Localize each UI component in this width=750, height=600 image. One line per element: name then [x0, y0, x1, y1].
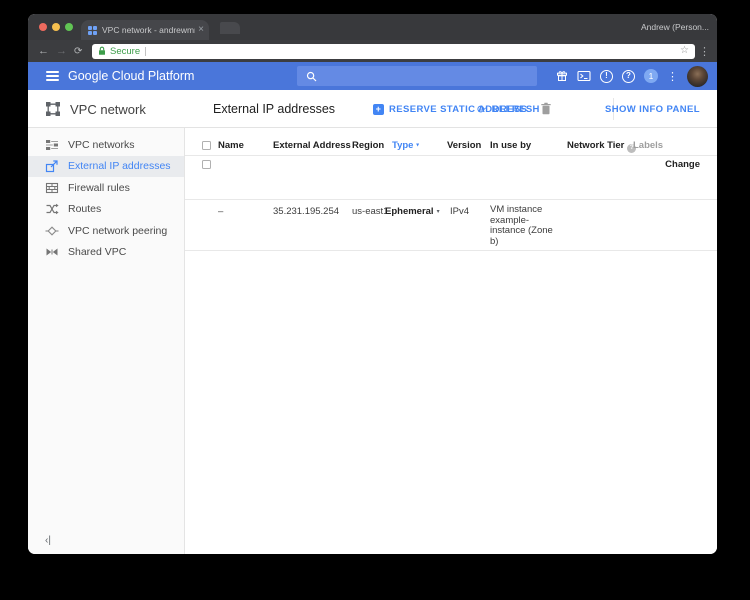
- vpc-networks-icon: [46, 139, 58, 150]
- refresh-button[interactable]: ⟳ REFRESH: [477, 90, 540, 128]
- gcp-product-name[interactable]: Google Cloud Platform: [68, 62, 194, 90]
- user-avatar[interactable]: [687, 65, 708, 87]
- reload-icon[interactable]: ⟳: [74, 40, 82, 62]
- help-icon[interactable]: ?: [622, 69, 635, 83]
- sidebar-item-label: VPC network peering: [68, 224, 168, 237]
- browser-addressbar: ← → ⟳ Secure ☆ ⋮: [28, 40, 717, 62]
- app-bar: VPC network External IP addresses + RESE…: [28, 90, 717, 128]
- sidebar-item-shared-vpc[interactable]: Shared VPC: [28, 242, 184, 264]
- gcp-search-input[interactable]: [297, 66, 537, 86]
- gift-icon[interactable]: [556, 70, 568, 82]
- sidebar-item-vpc-networks[interactable]: VPC networks: [28, 134, 184, 156]
- bookmark-star-icon[interactable]: ☆: [680, 46, 689, 56]
- browser-tab[interactable]: VPC network - andrewmmc-c... ×: [81, 20, 209, 40]
- close-window-button[interactable]: [39, 23, 47, 31]
- new-tab-button[interactable]: [220, 22, 240, 34]
- column-header-network-tier[interactable]: Network Tier?: [567, 140, 637, 153]
- alerts-icon[interactable]: !: [600, 69, 613, 83]
- sidebar-item-firewall-rules[interactable]: Firewall rules: [28, 177, 184, 199]
- maximize-window-button[interactable]: [65, 23, 73, 31]
- browser-titlebar: VPC network - andrewmmc-c... × Andrew (P…: [28, 14, 717, 40]
- section-header: VPC network: [28, 90, 185, 128]
- page-title: External IP addresses: [213, 102, 336, 116]
- table-divider: [185, 250, 717, 251]
- sidebar-item-label: VPC networks: [68, 138, 135, 151]
- column-header-version[interactable]: Version: [447, 140, 481, 151]
- hamburger-menu-icon[interactable]: [46, 71, 59, 81]
- url-omnibox[interactable]: Secure ☆: [92, 43, 695, 59]
- tab-title: VPC network - andrewmmc-c...: [102, 25, 195, 35]
- sidebar-item-label: Firewall rules: [68, 181, 130, 194]
- secure-label: Secure: [110, 45, 141, 57]
- sidebar: VPC networks External IP addresses Firew…: [28, 128, 185, 554]
- sidebar-item-label: Shared VPC: [68, 246, 127, 259]
- secure-lock-icon: [99, 46, 105, 55]
- browser-profile-name[interactable]: Andrew (Person...: [641, 14, 709, 40]
- sidebar-item-external-ip-addresses[interactable]: External IP addresses: [28, 155, 184, 177]
- cell-region: us-east1: [352, 206, 389, 217]
- sidebar-item-vpc-network-peering[interactable]: VPC network peering: [28, 220, 184, 242]
- sidebar-item-label: Routes: [68, 203, 102, 216]
- column-header-in-use-by[interactable]: In use by: [490, 140, 531, 151]
- row-checkbox[interactable]: [202, 160, 211, 169]
- peering-icon: [45, 226, 59, 236]
- gcp-settings-menu-icon[interactable]: ⋮: [667, 70, 678, 83]
- browser-window: VPC network - andrewmmc-c... × Andrew (P…: [28, 14, 717, 554]
- minimize-window-button[interactable]: [52, 23, 60, 31]
- cell-in-use-by[interactable]: VM instance example-instance (Zone b): [490, 204, 558, 247]
- sidebar-item-label: External IP addresses: [68, 160, 171, 173]
- refresh-icon: ⟳: [477, 102, 487, 116]
- cloud-shell-icon[interactable]: [577, 70, 591, 82]
- shared-vpc-icon: [46, 248, 58, 256]
- cell-type-dropdown[interactable]: Ephemeral ▾: [385, 206, 440, 217]
- main-content: Name External Address Region Type ▾ Vers…: [185, 128, 717, 554]
- sidebar-item-routes[interactable]: Routes: [28, 199, 184, 221]
- select-all-checkbox[interactable]: [202, 141, 211, 150]
- browser-menu-icon[interactable]: ⋮: [699, 40, 710, 62]
- chevron-down-icon: ▾: [436, 208, 440, 215]
- cell-version: IPv4: [450, 206, 470, 217]
- column-header-external-address[interactable]: External Address: [273, 140, 351, 151]
- vpc-network-icon: [46, 102, 60, 116]
- back-icon[interactable]: ←: [38, 40, 49, 62]
- chevron-down-icon: ▾: [416, 142, 420, 149]
- address-cursor: [145, 46, 147, 56]
- change-link[interactable]: Change: [665, 159, 700, 170]
- column-header-labels[interactable]: Labels: [633, 140, 663, 151]
- section-title: VPC network: [70, 101, 146, 117]
- search-icon: [306, 71, 317, 81]
- collapse-sidebar-button[interactable]: ‹|: [45, 535, 51, 546]
- column-header-type[interactable]: Type ▾: [392, 140, 419, 151]
- plus-icon: +: [373, 103, 384, 115]
- column-header-name[interactable]: Name: [218, 140, 244, 151]
- table-divider: [185, 155, 717, 156]
- external-ip-icon: [45, 160, 58, 173]
- cell-name: –: [218, 206, 224, 217]
- show-info-panel-button[interactable]: SHOW INFO PANEL: [605, 90, 700, 128]
- gcp-favicon-icon: [88, 25, 97, 35]
- firewall-icon: [45, 182, 59, 193]
- delete-trash-icon[interactable]: [540, 102, 552, 115]
- cell-external-address: 35.231.195.254: [273, 206, 340, 217]
- routes-icon: [46, 204, 59, 215]
- column-header-region[interactable]: Region: [352, 140, 384, 151]
- forward-icon: →: [56, 45, 67, 57]
- notification-count-badge[interactable]: 1: [644, 69, 658, 83]
- gcp-header: Google Cloud Platform ! ? 1 ⋮: [28, 62, 717, 90]
- tab-close-icon[interactable]: ×: [198, 25, 204, 35]
- table-divider: [185, 199, 717, 200]
